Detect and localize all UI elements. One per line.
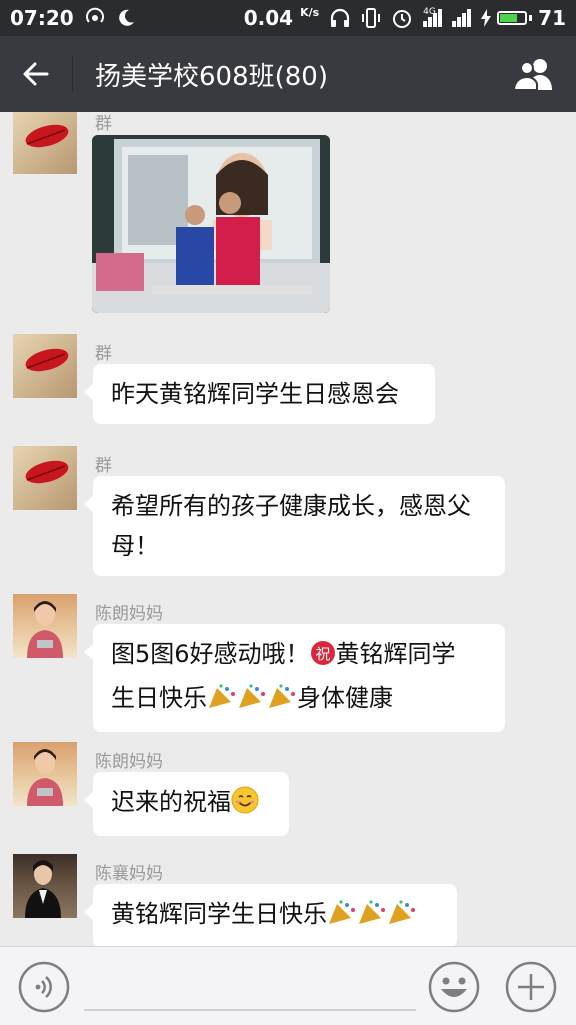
message-text: 黄铭辉同学生日快乐: [111, 900, 327, 928]
party-popper-icon: [207, 682, 237, 722]
party-popper-icon: [327, 898, 357, 938]
vibrate-icon: [362, 8, 381, 28]
chat-area[interactable]: 群 群 昨天黄铭辉同学生日感恩会 群 希望所有的孩子健康成长，感恩父 母！ 陈朗…: [0, 112, 576, 946]
message-text: 黄铭辉同学: [335, 640, 456, 668]
more-options-button[interactable]: [505, 961, 557, 1013]
red-leaf-avatar-icon: [25, 348, 69, 372]
status-time: 07:20: [10, 6, 74, 30]
party-popper-icon: [267, 682, 297, 722]
sender-name: 群: [95, 344, 112, 364]
headphones-icon: [331, 8, 350, 27]
status-bar: 07:20 0.04 K/s 4G 71: [0, 0, 576, 36]
network-speed: 0.04 K/s: [243, 6, 320, 30]
red-leaf-avatar-icon: [25, 460, 69, 484]
red-leaf-avatar-icon: [25, 124, 69, 148]
alarm-icon: [393, 10, 412, 28]
message-input[interactable]: [84, 1009, 416, 1011]
avatar[interactable]: [13, 854, 77, 918]
cell-signal-2-icon: [452, 9, 472, 27]
woman-avatar-icon: [27, 601, 63, 658]
sender-name: 群: [95, 456, 112, 476]
avatar[interactable]: [13, 446, 77, 510]
group-info-button[interactable]: [510, 52, 558, 96]
avatar[interactable]: [13, 112, 77, 174]
battery-indicator: 71: [481, 6, 566, 30]
back-button[interactable]: [0, 36, 72, 112]
emoji-button[interactable]: [428, 961, 480, 1013]
woman-avatar-icon: [25, 860, 61, 918]
message-text-line: 希望所有的孩子健康成长，感恩父: [111, 492, 471, 520]
smile-emoji-icon: [231, 786, 259, 826]
blessing-emoji-icon: 祝: [310, 638, 336, 678]
sender-name: 陈襄妈妈: [95, 864, 163, 884]
plus-icon: [505, 961, 557, 1013]
message-text: 迟来的祝福: [111, 788, 231, 816]
chat-title: 扬美学校608班(80): [95, 61, 328, 92]
battery-level: 71: [538, 6, 566, 30]
classroom-photo: [92, 135, 330, 313]
avatar[interactable]: [13, 742, 77, 806]
message-text: 生日快乐: [111, 684, 207, 712]
battery-icon: [497, 11, 528, 25]
input-bar: [0, 946, 576, 1025]
sender-name: 陈朗妈妈: [95, 752, 163, 772]
emoji-face-icon: [428, 961, 480, 1013]
message-bubble[interactable]: 图5图6好感动哦！ 祝黄铭辉同学 生日快乐 身体健康: [84, 624, 505, 732]
message-bubble[interactable]: 黄铭辉同学生日快乐: [84, 884, 457, 946]
message-bubble[interactable]: 希望所有的孩子健康成长，感恩父 母！: [84, 476, 505, 576]
title-divider: [72, 56, 73, 92]
woman-avatar-icon: [27, 749, 63, 806]
message-text: 身体健康: [297, 684, 393, 712]
sender-name: 群: [95, 114, 112, 134]
message-photo[interactable]: [92, 135, 330, 313]
party-popper-icon: [237, 682, 267, 722]
moon-icon: [118, 9, 134, 26]
message-text: 图5图6好感动哦！: [111, 640, 310, 668]
group-members-icon: [512, 59, 552, 91]
party-popper-icon: [357, 898, 387, 938]
hotspot-icon: [85, 7, 104, 23]
avatar[interactable]: [13, 594, 77, 658]
voice-input-button[interactable]: [18, 961, 70, 1013]
voice-icon: [18, 961, 70, 1013]
charging-icon: [481, 9, 492, 27]
title-bar: 扬美学校608班(80): [0, 36, 576, 112]
message-text: 昨天黄铭辉同学生日感恩会: [111, 380, 399, 408]
sender-name: 陈朗妈妈: [95, 604, 163, 624]
cell-signal-icon: 4G: [423, 7, 443, 27]
party-popper-icon: [387, 898, 417, 938]
message-bubble[interactable]: 昨天黄铭辉同学生日感恩会: [84, 364, 435, 424]
avatar[interactable]: [13, 334, 77, 398]
svg-text:祝: 祝: [315, 645, 330, 663]
back-arrow-icon: [23, 62, 49, 86]
message-text-line: 母！: [111, 532, 159, 560]
message-bubble[interactable]: 迟来的祝福: [84, 772, 289, 836]
